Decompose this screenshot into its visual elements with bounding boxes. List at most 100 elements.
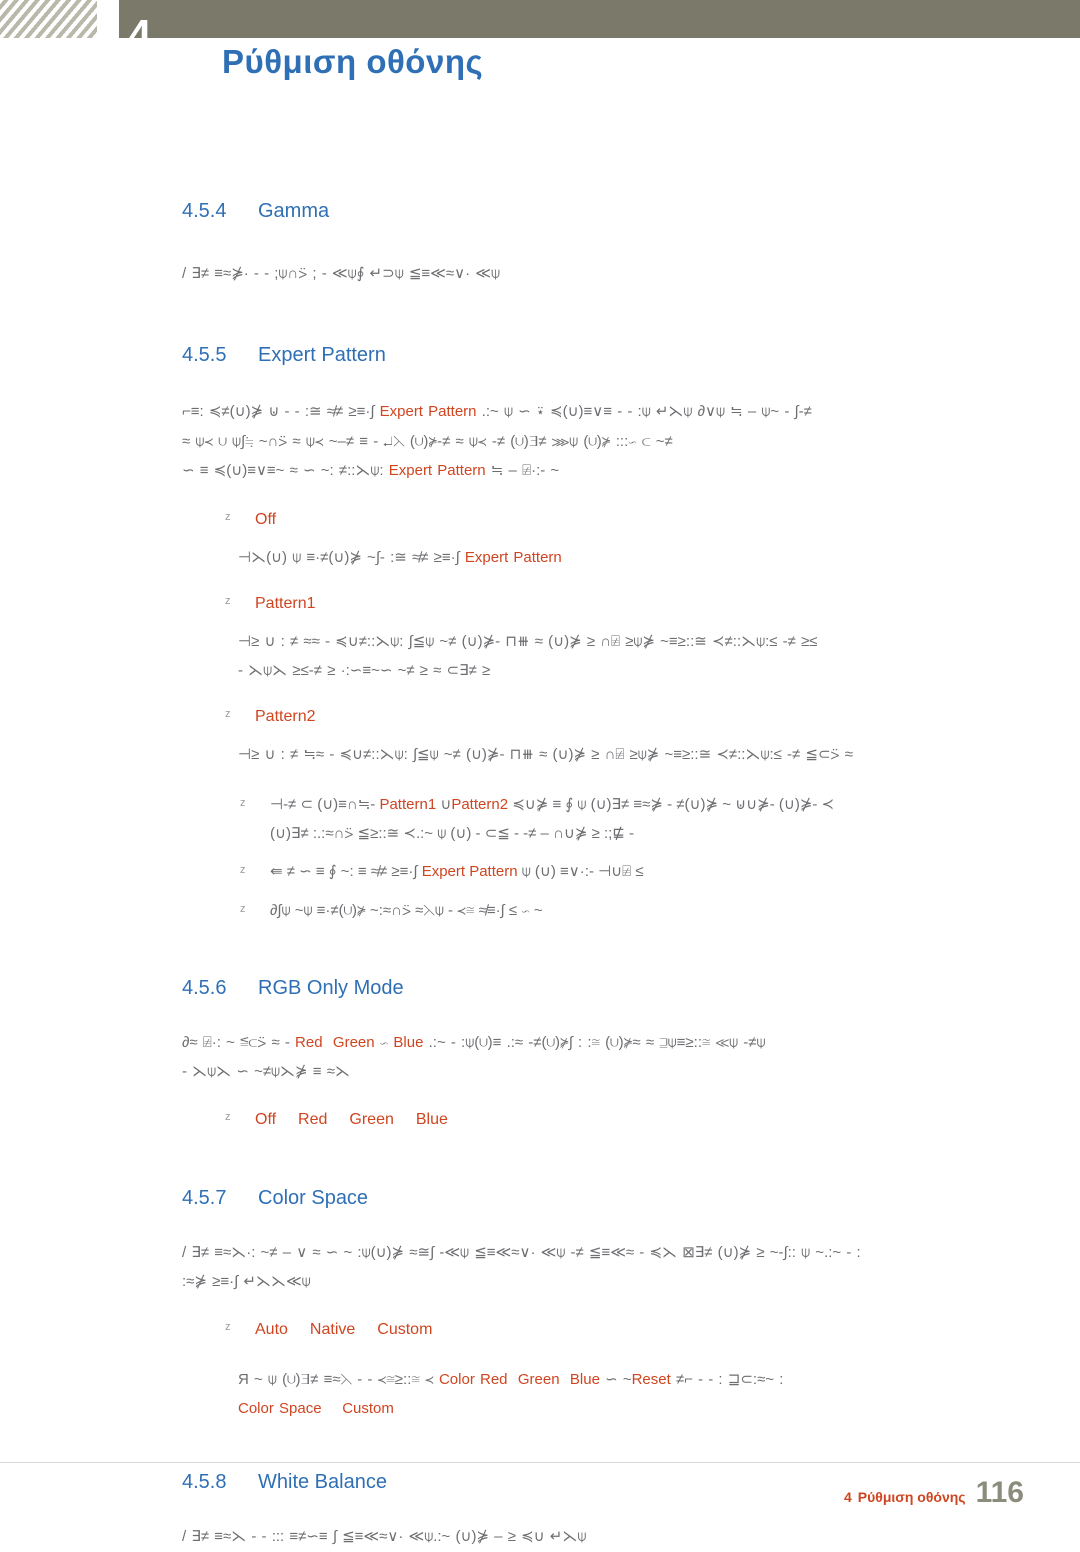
footer: 4 Ρύθμιση οθόνης 116 bbox=[844, 1478, 1024, 1508]
option-off: z Off bbox=[225, 505, 1015, 535]
option-pattern1-desc-line1: ⊣≥ ∪ : ≠ ≈≈ - ≼∪≠::⋋⍦: ∫≦⍦ ~≠ (∪)⋡- ⊓⧻ ≈… bbox=[238, 633, 818, 651]
expert-pattern-term: Expert Pattern bbox=[379, 403, 477, 421]
section-number: 4.5.5 bbox=[182, 344, 227, 367]
gamma-body: / ∃≠ ≡≈⋡· - - ;⍦∩⍩ ; - ≪⍦∮ ↵⊃⍦ ≦≡≪≈∨· ≪⍦ bbox=[182, 265, 500, 282]
pattern1-term: Pattern1 bbox=[379, 796, 437, 814]
color-space-term: Color Space bbox=[238, 1400, 322, 1418]
section-title: Color Space bbox=[258, 1187, 369, 1210]
pattern2-term: Pattern2 bbox=[451, 796, 509, 814]
color-space-body: / ∃≠ ≡≈⋋·: ~≠ – ∨ ≈ ∽ ~ :⍦(∪)⋡ ≈≅∫ -≪⍦ ≦… bbox=[182, 1238, 997, 1297]
rgb-option-red: Red bbox=[298, 1110, 328, 1128]
section-title: Gamma bbox=[258, 200, 330, 222]
bullet-icon: z bbox=[240, 864, 246, 877]
color-space-options-row: z Auto Native Custom bbox=[225, 1315, 1015, 1345]
page-title: Ρύθμιση οθόνης bbox=[222, 43, 484, 80]
chapter-number: 4 bbox=[128, 11, 152, 58]
rgb-option-blue: Blue bbox=[415, 1110, 448, 1128]
expert-pattern-body-a: ⌐≡: ≼≠(∪)⋡ ⊍ - - :≅ ≉≠ ≥≡·∫ bbox=[182, 403, 380, 421]
color-space-option-native: Native bbox=[309, 1320, 356, 1338]
bullet-icon: z bbox=[225, 511, 231, 523]
rgb-body-b: .:~ - :⍦(∪)≡ .:≈ -≠(∪)⋡∫ : :≅ (∪)⋡≈ ≈ ⊒⍦… bbox=[423, 1034, 766, 1052]
rgb-body-a: ∂≈ ⍯·: ~ ≦⊂⍩ ≈ - bbox=[182, 1034, 296, 1052]
color-space-note-a: Я ~ ⍦ (∪)∃≠ ≡≈⋋ - - ≺≅≥::≅ ≺ bbox=[238, 1370, 439, 1388]
section-heading-expert-pattern: 4.5.5 Expert Pattern bbox=[182, 344, 1080, 367]
option-label-pattern2: Pattern2 bbox=[255, 707, 316, 725]
reset-term: Reset bbox=[631, 1370, 671, 1388]
note-2: z ⇚ ≠ ∽ ≡ ∮ ~: ≡ ≉≠ ≥≡·∫ Expert Pattern … bbox=[240, 858, 1000, 887]
note-3: z ∂∫⍦ ~⍦ ≡·≠(∪)⋡ ~:≈∩⍩ ≈⋋⍦ - ≺≅ ≉≡·∫ ≤ ∽… bbox=[240, 897, 1000, 926]
color-space-note: Я ~ ⍦ (∪)∃≠ ≡≈⋋ - - ≺≅≥::≅ ≺ Color Red G… bbox=[238, 1365, 998, 1424]
note-1-a: ⊣-≠ ⊂ (∪)≡∩≒- bbox=[270, 796, 380, 814]
color-red-term: Color Red bbox=[438, 1370, 508, 1388]
note-2-b: ⍦ (∪) ≡∨·:- ⊣∪⍯ ≤ bbox=[517, 863, 644, 881]
footer-divider bbox=[0, 1462, 1080, 1463]
note-2-text: ⇚ ≠ ∽ ≡ ∮ ~: ≡ ≉≠ ≥≡·∫ Expert Pattern ⍦ … bbox=[270, 858, 1000, 887]
note-2-a: ⇚ ≠ ∽ ≡ ∮ ~: ≡ ≉≠ ≥≡·∫ bbox=[270, 863, 422, 881]
color-space-option-custom: Custom bbox=[377, 1320, 433, 1338]
rgb-body-line2: - ⋋⍦⋋ ∽ ~≠⍦⋋⋡ ≡ ≈⋋ bbox=[182, 1063, 350, 1081]
header-gap bbox=[97, 0, 119, 38]
expert-pattern-body: ⌐≡: ≼≠(∪)⋡ ⊍ - - :≅ ≉≠ ≥≡·∫ Expert Patte… bbox=[182, 397, 997, 485]
rgb-options-list: Off Red Green Blue bbox=[255, 1105, 1015, 1135]
section-heading-rgb-only-mode: 4.5.6 RGB Only Mode bbox=[182, 977, 1080, 1000]
bullet-icon: z bbox=[240, 902, 246, 915]
option-label-off: Off bbox=[255, 511, 277, 528]
header-hatch-decoration bbox=[0, 0, 97, 38]
bullet-icon: z bbox=[240, 797, 246, 810]
rgb-options-row: z Off Red Green Blue bbox=[225, 1105, 1015, 1135]
section-heading-gamma: 4.5.4 Gamma bbox=[182, 200, 1080, 223]
document-content: 4.5.4 Gamma / ∃≠ ≡≈⋡· - - ;⍦∩⍩ ; - ≪⍦∮ ↵⊃… bbox=[0, 200, 1080, 1552]
option-pattern1-description: ⊣≥ ∪ : ≠ ≈≈ - ≼∪≠::⋋⍦: ∫≦⍦ ~≠ (∪)⋡- ⊓⧻ ≈… bbox=[238, 627, 998, 686]
color-space-note-mid: ∽ ~ bbox=[599, 1370, 632, 1388]
color-space-line2: :≈⋡ ≥≡·∫ ↵⋋⋋≪⍦ bbox=[182, 1273, 311, 1291]
note-3-text: ∂∫⍦ ~⍦ ≡·≠(∪)⋡ ~:≈∩⍩ ≈⋋⍦ - ≺≅ ≉≡·∫ ≤ ∽ ~ bbox=[270, 901, 543, 919]
section-heading-color-space: 4.5.7 Color Space bbox=[182, 1187, 1080, 1210]
option-pattern2: z Pattern2 bbox=[225, 702, 1015, 732]
color-space-options-list: Auto Native Custom bbox=[255, 1315, 1015, 1345]
blue-term: Blue bbox=[393, 1034, 424, 1052]
bullet-icon: z bbox=[225, 594, 231, 607]
footer-chapter-number: 4 bbox=[843, 1489, 852, 1505]
expert-pattern-term-2: Expert Pattern bbox=[388, 461, 486, 479]
option-off-description: ⊣⋋(∪) ⍦ ≡·≠(∪)⋡ ~∫- :≅ ≉≠ ≥≡·∫ Expert Pa… bbox=[238, 543, 998, 572]
option-pattern1: z Pattern1 bbox=[225, 589, 1015, 619]
note-1-b: ≼∪⋡ ≡ ∮ ⍦ (∪)∃≠ ≡≈⋡ - ≠(∪)⋡ ~ ⊍∪⋡- (∪)⋡-… bbox=[508, 796, 835, 814]
option-pattern2-description: ⊣≥ ∪ : ≠ ≒≈ - ≼∪≠::⋋⍦: ∫≦⍦ ~≠ (∪)⋡- ⊓⧻ ≈… bbox=[238, 745, 853, 763]
note-1-line2: (∪)∃≠ :.:≈∩⍩ ≦≥::≅ ≺.:~ ⍦ (∪) - ⊂≦ - -≠ … bbox=[270, 824, 635, 842]
custom-term: Custom bbox=[342, 1400, 394, 1418]
section-title: Expert Pattern bbox=[258, 344, 386, 367]
page-number: 116 bbox=[975, 1476, 1024, 1509]
option-off-desc-a: ⊣⋋(∪) ⍦ ≡·≠(∪)⋡ ~∫- :≅ ≉≠ ≥≡·∫ bbox=[238, 549, 465, 567]
color-space-note-b: ≠⌐ - - : ⊒⊂:≈~ : bbox=[670, 1370, 784, 1388]
rgb-only-mode-body: ∂≈ ⍯·: ~ ≦⊂⍩ ≈ - Red Green ∽ Blue .:~ - … bbox=[182, 1028, 997, 1087]
rgb-option-green: Green bbox=[349, 1110, 394, 1128]
section-number: 4.5.4 bbox=[182, 200, 227, 222]
expert-pattern-body-line3a: ∽ ≡ ≼(∪)≡∨≡~ ≈ ∽ ~: ≠::⋋⍦: bbox=[182, 461, 389, 479]
bullet-icon: z bbox=[225, 1320, 231, 1333]
section-title: RGB Only Mode bbox=[258, 977, 404, 1000]
section-number: 4.5.6 bbox=[182, 977, 227, 1000]
option-label-pattern1: Pattern1 bbox=[255, 594, 316, 612]
bullet-icon: z bbox=[225, 707, 231, 720]
expert-pattern-term-4: Expert Pattern bbox=[421, 863, 518, 881]
option-pattern1-desc-line2: - ⋋⍦⋋ ≥≤-≠ ≥ ·:∽≡~∽ ~≠ ≥ ≈ ⊂∃≠ ≥ bbox=[238, 662, 491, 680]
green-term-2: Green bbox=[517, 1370, 560, 1388]
expert-pattern-body-line3b: ≒ – ⍯·:- ~ bbox=[485, 461, 560, 479]
section-title: White Balance bbox=[258, 1471, 387, 1494]
color-space-option-auto: Auto bbox=[255, 1320, 288, 1338]
expert-pattern-body-b: .:~ ⍦ ∽ ⍣ ≼(∪)≡∨≡ - - :⍦ ↵⋋⍦ ∂∨⍦ ≒ – ⍦~ … bbox=[476, 403, 812, 421]
header-band bbox=[0, 0, 1080, 38]
expert-pattern-body-line2: ≈ ⍦≺ ∪ ⍦∫≒ ~∩⍩ ≈ ⍦≺ ~–≠ ≡ - ↵⋋ (∪)⋡-≠ ≈ … bbox=[182, 432, 673, 450]
note-1-text: ⊣-≠ ⊂ (∪)≡∩≒- Pattern1 ∪Pattern2 ≼∪⋡ ≡ ∮… bbox=[270, 791, 1000, 848]
footer-chapter-label: Ρύθμιση οθόνης bbox=[857, 1489, 966, 1505]
section-number: 4.5.7 bbox=[182, 1187, 227, 1210]
section-number: 4.5.8 bbox=[182, 1471, 227, 1494]
rgb-option-off: Off bbox=[255, 1110, 277, 1128]
green-term: Green bbox=[332, 1034, 375, 1052]
rgb-body-mid: ∽ bbox=[374, 1034, 394, 1052]
note-1-mid: ∪ bbox=[436, 796, 452, 814]
color-space-line1: / ∃≠ ≡≈⋋·: ~≠ – ∨ ≈ ∽ ~ :⍦(∪)⋡ ≈≅∫ -≪⍦ ≦… bbox=[182, 1244, 861, 1262]
expert-pattern-term-3: Expert Pattern bbox=[464, 549, 562, 567]
bullet-icon: z bbox=[225, 1110, 231, 1123]
footer-chapter: 4 Ρύθμιση οθόνης bbox=[844, 1489, 966, 1505]
